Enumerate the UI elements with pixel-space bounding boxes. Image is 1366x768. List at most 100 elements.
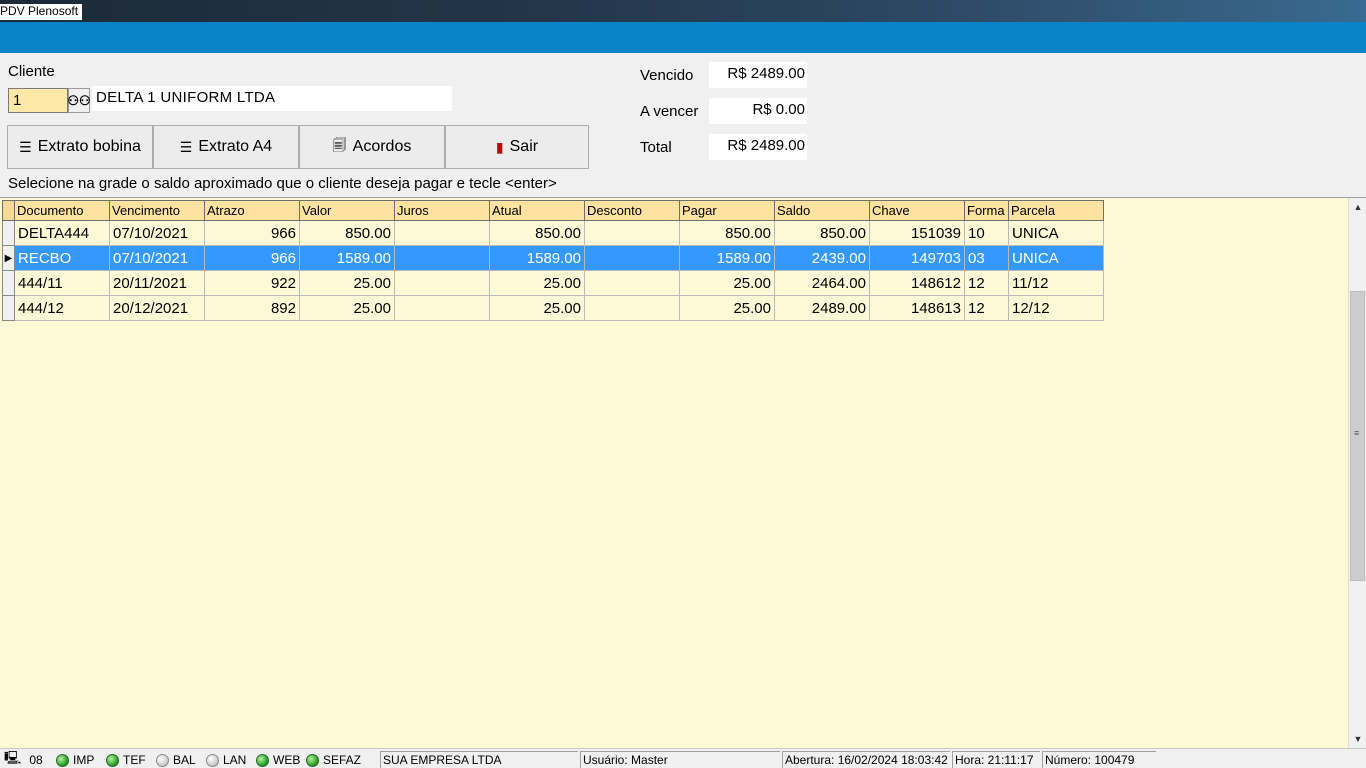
grid-cell[interactable]: 1589.00 bbox=[489, 245, 585, 271]
grid-cell[interactable]: 850.00 bbox=[489, 220, 585, 246]
grid-cell[interactable]: UNICA bbox=[1008, 245, 1104, 271]
grid-cell[interactable] bbox=[584, 270, 680, 296]
grid-cell[interactable]: 850.00 bbox=[299, 220, 395, 246]
grid-cell[interactable]: 20/11/2021 bbox=[109, 270, 205, 296]
row-pointer-icon[interactable]: ▶ bbox=[2, 245, 15, 271]
vencido-label: Vencido bbox=[640, 67, 694, 84]
grid-cell[interactable]: 25.00 bbox=[489, 295, 585, 321]
indicator-label: BAL bbox=[173, 753, 196, 767]
sair-button[interactable]: ▮ Sair bbox=[445, 125, 589, 169]
grid-cell[interactable] bbox=[584, 295, 680, 321]
col-header[interactable]: Vencimento bbox=[109, 200, 205, 221]
abertura-status: Abertura: 16/02/2024 18:03:42 bbox=[782, 751, 950, 768]
grid-cell[interactable]: 25.00 bbox=[679, 295, 775, 321]
col-header[interactable]: Chave bbox=[869, 200, 965, 221]
grid-cell[interactable]: 25.00 bbox=[489, 270, 585, 296]
grid-cell[interactable]: 148612 bbox=[869, 270, 965, 296]
col-header[interactable]: Documento bbox=[14, 200, 110, 221]
grid-cell[interactable]: 25.00 bbox=[299, 295, 395, 321]
grid-cell[interactable] bbox=[394, 270, 490, 296]
status-bar: 🖳 08 IMP TEF BAL LAN WEB SEFAZ SUA EMPRE… bbox=[0, 748, 1366, 768]
grid-cell[interactable]: UNICA bbox=[1008, 220, 1104, 246]
indicator-label: SEFAZ bbox=[323, 753, 362, 767]
grid-cell[interactable]: 03 bbox=[964, 245, 1009, 271]
table-row[interactable]: DELTA444 07/10/2021 966 850.00 850.00 850.00 8… bbox=[2, 220, 1104, 246]
window-title: PDV Plenosoft bbox=[0, 4, 83, 20]
col-header[interactable]: Valor bbox=[299, 200, 395, 221]
grid-cell[interactable]: 12 bbox=[964, 270, 1009, 296]
grid-cell[interactable]: 11/12 bbox=[1008, 270, 1104, 296]
col-header[interactable]: Pagar bbox=[679, 200, 775, 221]
hora-status: Hora: 21:11:17 bbox=[952, 751, 1040, 768]
grid-cell[interactable]: DELTA444 bbox=[14, 220, 110, 246]
extrato-bobina-button[interactable]: ☰ Extrato bobina bbox=[7, 125, 153, 169]
grid-cell[interactable] bbox=[394, 295, 490, 321]
table-row[interactable]: 444/11 20/11/2021 922 25.00 25.00 25.00 2464.0… bbox=[2, 270, 1104, 296]
table-row[interactable]: 444/12 20/12/2021 892 25.00 25.00 25.00 2489.0… bbox=[2, 295, 1104, 321]
vertical-scrollbar[interactable]: ▲ ≡ ▼ bbox=[1348, 198, 1366, 748]
acordos-button[interactable]: 🗐 Acordos bbox=[299, 125, 445, 169]
grid-cell[interactable]: 2439.00 bbox=[774, 245, 870, 271]
grid-cell[interactable]: 2489.00 bbox=[774, 295, 870, 321]
numero-status: Número: 100479 bbox=[1042, 751, 1156, 768]
grid-cell[interactable]: 12 bbox=[964, 295, 1009, 321]
col-header[interactable]: Atual bbox=[489, 200, 585, 221]
grid-cell[interactable]: RECBO bbox=[14, 245, 110, 271]
vencido-value: R$ 2489.00 bbox=[709, 62, 807, 88]
status-led-icon bbox=[156, 753, 169, 767]
grid-cell[interactable]: 892 bbox=[204, 295, 300, 321]
grid-cell[interactable]: 966 bbox=[204, 220, 300, 246]
empresa-status: SUA EMPRESA LTDA bbox=[380, 751, 578, 768]
extrato-a4-button[interactable]: ☰ Extrato A4 bbox=[153, 125, 299, 169]
avencer-label: A vencer bbox=[640, 103, 699, 120]
data-grid: Documento Vencimento Atrazo Valor Juros … bbox=[2, 200, 1104, 321]
grid-cell[interactable]: 2464.00 bbox=[774, 270, 870, 296]
search-client-button[interactable]: ⚇⚇ bbox=[67, 88, 91, 113]
grid-cell[interactable]: 151039 bbox=[869, 220, 965, 246]
scroll-down-arrow-icon[interactable]: ▼ bbox=[1349, 730, 1366, 748]
col-header[interactable]: Atrazo bbox=[204, 200, 300, 221]
grid-cell[interactable]: 07/10/2021 bbox=[109, 245, 205, 271]
grid-cell[interactable] bbox=[584, 220, 680, 246]
scroll-thumb[interactable]: ≡ bbox=[1350, 291, 1365, 581]
cliente-code-input[interactable]: 1 bbox=[8, 88, 68, 113]
col-header[interactable]: Parcela bbox=[1008, 200, 1104, 221]
grid-cell[interactable]: 20/12/2021 bbox=[109, 295, 205, 321]
col-header[interactable]: Desconto bbox=[584, 200, 680, 221]
row-indicator[interactable] bbox=[2, 270, 15, 296]
col-header[interactable]: Forma bbox=[964, 200, 1009, 221]
grid-cell[interactable]: 10 bbox=[964, 220, 1009, 246]
avencer-value: R$ 0.00 bbox=[709, 98, 807, 124]
scroll-up-arrow-icon[interactable]: ▲ bbox=[1349, 198, 1366, 216]
row-indicator[interactable] bbox=[2, 220, 15, 246]
title-bar: PDV Plenosoft bbox=[0, 0, 1366, 22]
grid-cell[interactable]: 07/10/2021 bbox=[109, 220, 205, 246]
grid-cell[interactable]: 12/12 bbox=[1008, 295, 1104, 321]
header-bar bbox=[0, 22, 1366, 53]
row-indicator[interactable] bbox=[2, 295, 15, 321]
col-header[interactable]: Saldo bbox=[774, 200, 870, 221]
list-icon: ☰ bbox=[179, 138, 193, 155]
grid-cell[interactable]: 149703 bbox=[869, 245, 965, 271]
grid-cell[interactable]: 444/11 bbox=[14, 270, 110, 296]
grid-cell[interactable] bbox=[394, 220, 490, 246]
grid-cell[interactable] bbox=[394, 245, 490, 271]
status-led-icon bbox=[206, 753, 219, 767]
grid-cell[interactable]: 850.00 bbox=[774, 220, 870, 246]
total-label: Total bbox=[640, 139, 672, 156]
grid-cell[interactable] bbox=[584, 245, 680, 271]
grid-cell[interactable]: 850.00 bbox=[679, 220, 775, 246]
grid-cell[interactable]: 922 bbox=[204, 270, 300, 296]
grid-cell[interactable]: 25.00 bbox=[679, 270, 775, 296]
grid-cell[interactable]: 1589.00 bbox=[679, 245, 775, 271]
grid-cell[interactable]: 1589.00 bbox=[299, 245, 395, 271]
grid-header-indicator bbox=[2, 200, 15, 221]
grid-cell[interactable]: 148613 bbox=[869, 295, 965, 321]
total-value: R$ 2489.00 bbox=[709, 134, 807, 160]
grid-cell[interactable]: 25.00 bbox=[299, 270, 395, 296]
grid-cell[interactable]: 444/12 bbox=[14, 295, 110, 321]
grid-cell[interactable]: 966 bbox=[204, 245, 300, 271]
acordos-label: Acordos bbox=[352, 138, 412, 155]
table-row[interactable]: ▶ RECBO 07/10/2021 966 1589.00 1589.00 1589.00… bbox=[2, 245, 1104, 271]
col-header[interactable]: Juros bbox=[394, 200, 490, 221]
